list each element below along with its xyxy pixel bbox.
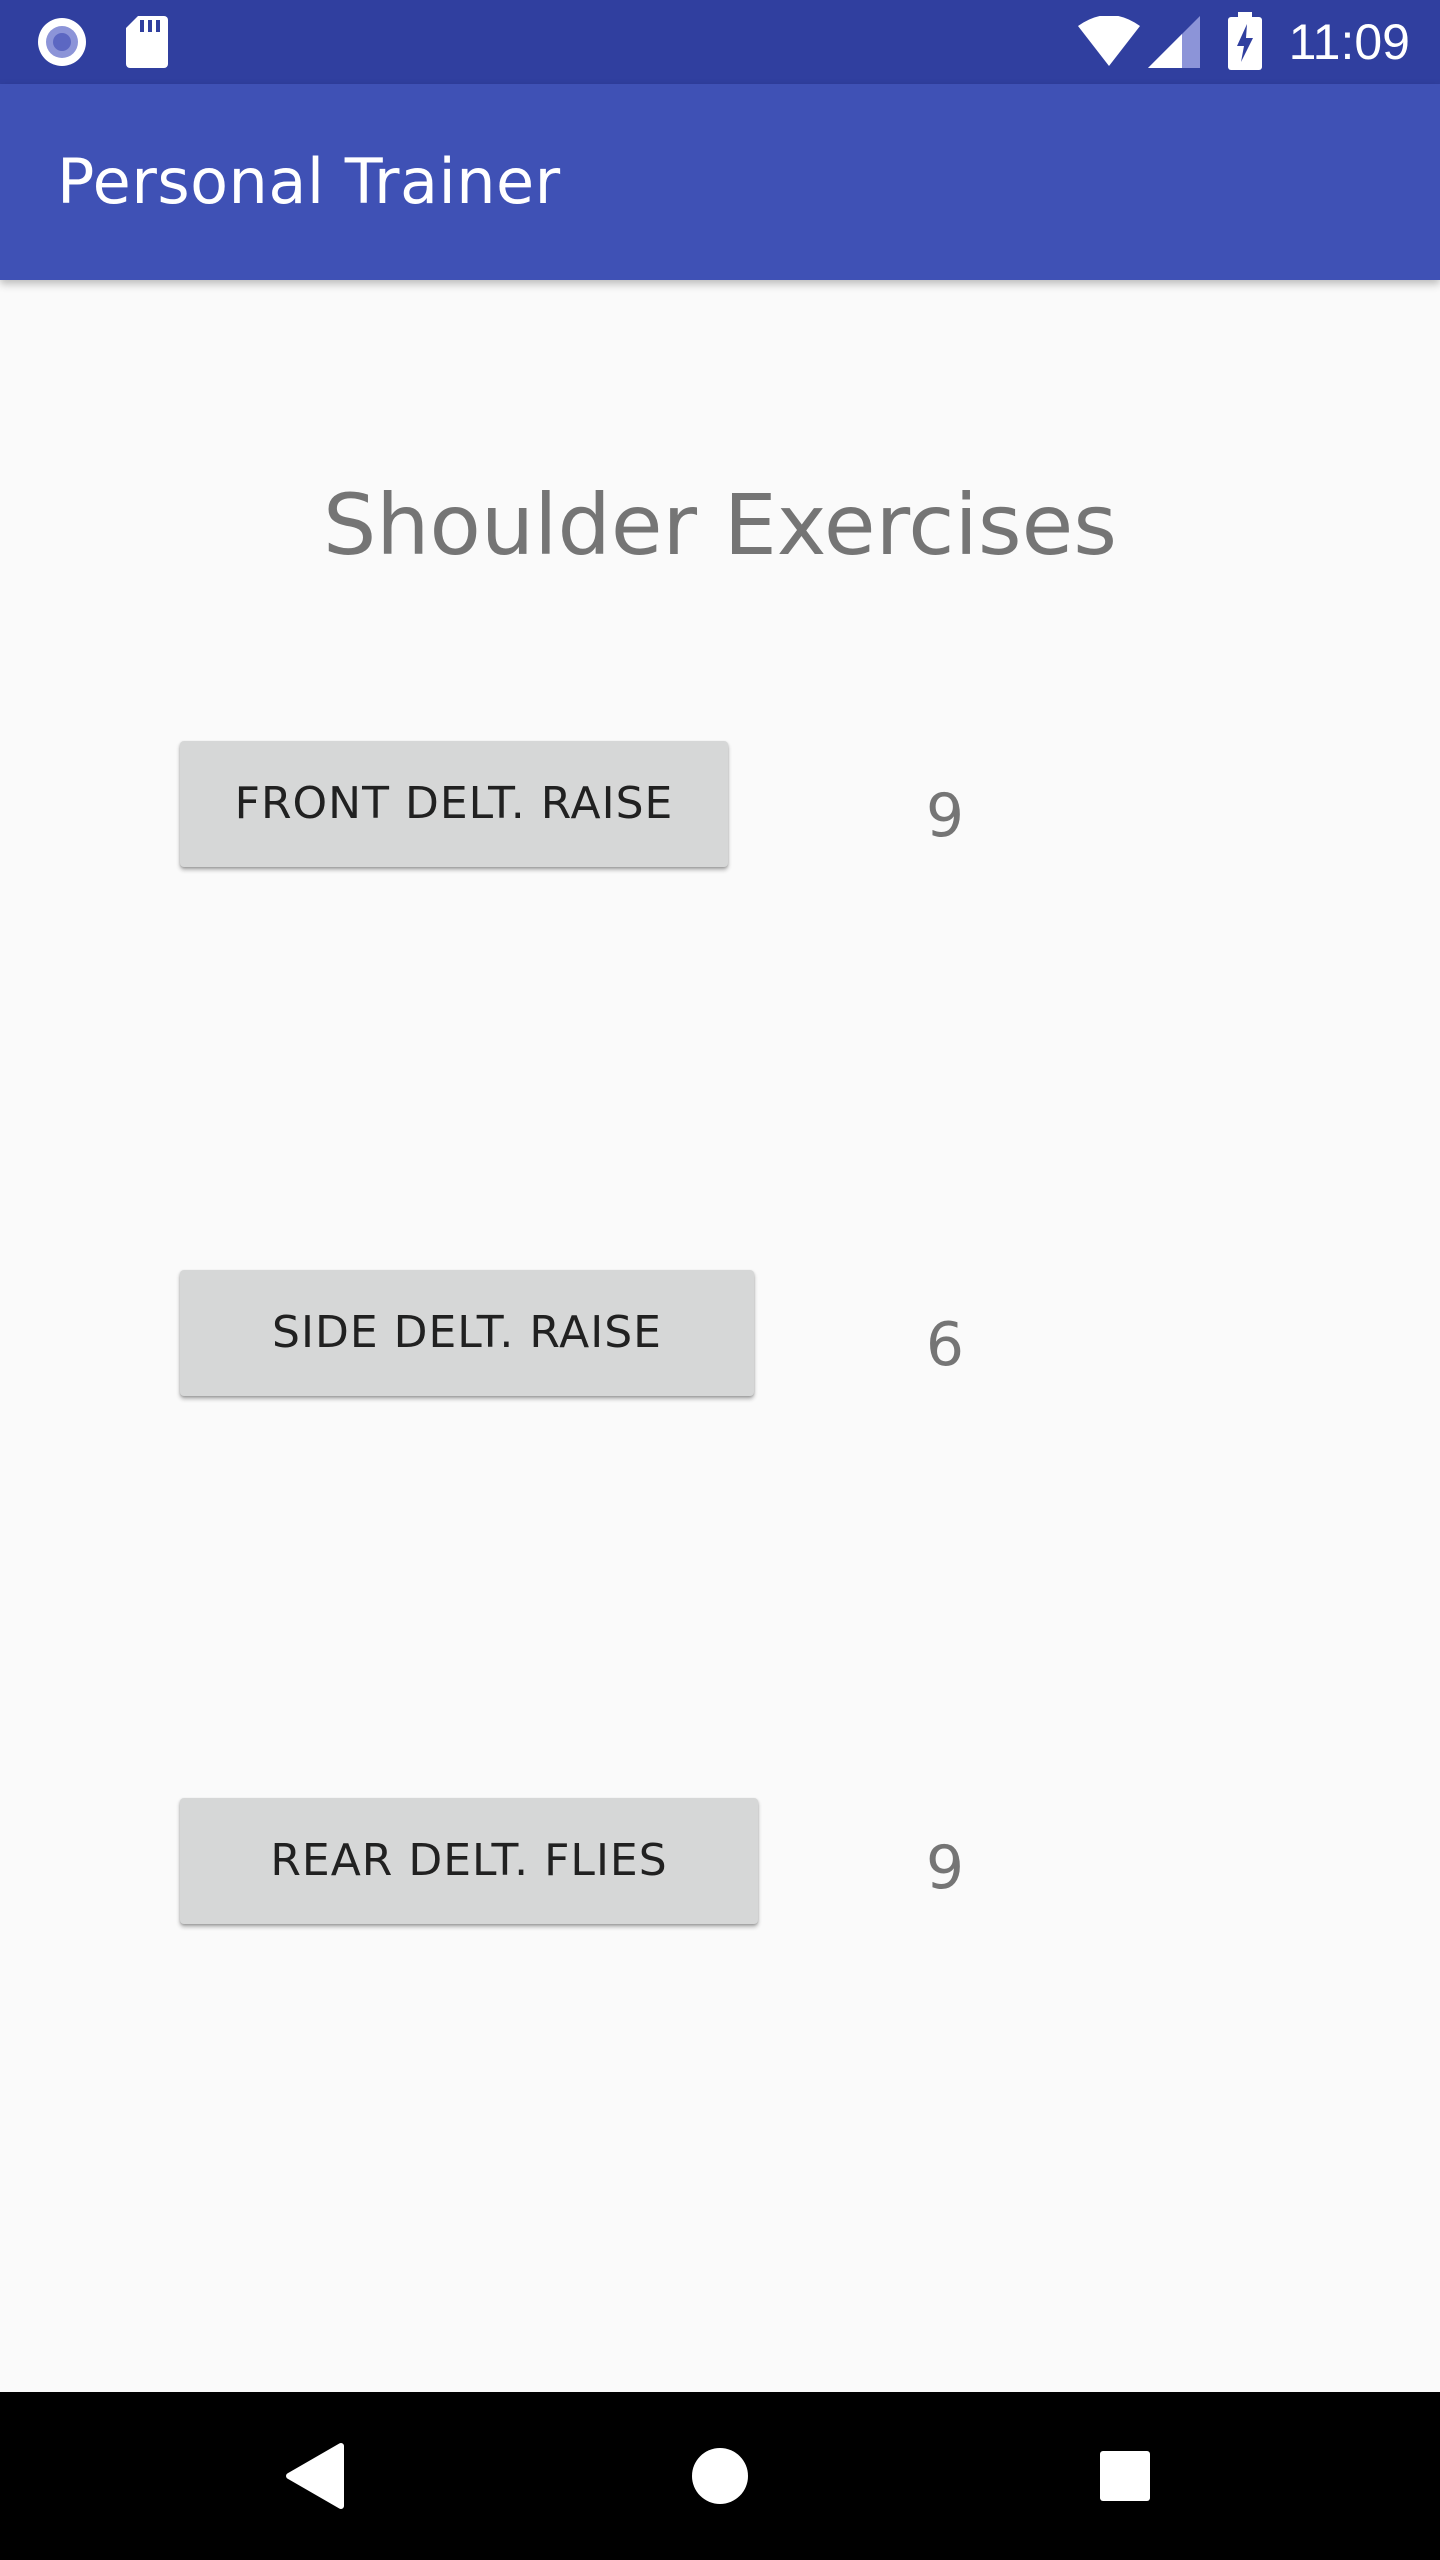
recents-icon[interactable] [1075, 2426, 1175, 2526]
home-icon[interactable] [670, 2426, 770, 2526]
side-delt-raise-count: 6 [925, 1310, 965, 1380]
rear-delt-flies-button[interactable]: REAR DELT. FLIES [180, 1798, 758, 1924]
status-time: 11:09 [1288, 14, 1410, 70]
back-icon[interactable] [265, 2426, 365, 2526]
app-title: Personal Trainer [57, 145, 561, 218]
front-delt-raise-button[interactable]: FRONT DELT. RAISE [180, 741, 728, 867]
page-title: Shoulder Exercises [322, 476, 1118, 574]
wifi-icon [1078, 15, 1140, 66]
front-delt-raise-count: 9 [925, 781, 965, 851]
navigation-bar [0, 2392, 1440, 2560]
app-screen: 11:09 Personal Trainer Shoulder Exercise… [0, 0, 1440, 2560]
app-bar: Personal Trainer [0, 84, 1440, 280]
side-delt-raise-button[interactable]: SIDE DELT. RAISE [180, 1270, 754, 1396]
rear-delt-flies-count: 9 [925, 1833, 965, 1903]
cell-signal-icon [1148, 16, 1200, 68]
sd-card-icon [126, 16, 168, 68]
notification-circle-icon [36, 16, 88, 68]
status-bar: 11:09 [0, 0, 1440, 84]
battery-charging-icon [1228, 12, 1262, 70]
